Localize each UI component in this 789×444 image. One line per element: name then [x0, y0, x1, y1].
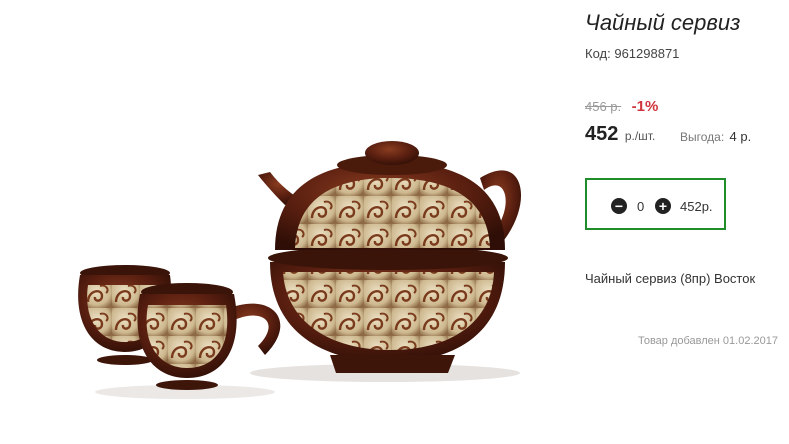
- added-date: Товар добавлен 01.02.2017: [637, 335, 778, 347]
- product-code-value: 961298871: [614, 46, 680, 61]
- cart-sum: 452р.: [680, 199, 713, 214]
- old-price-row: 456 р. -1%: [585, 98, 658, 116]
- product-details: Чайный сервиз Код: 961298871 456 р. -1% …: [585, 0, 789, 444]
- price-unit: р./шт.: [624, 129, 656, 143]
- product-code: Код: 961298871: [585, 46, 679, 61]
- minus-circle-icon[interactable]: −: [611, 198, 627, 214]
- saving: Выгода: 4 р.: [680, 129, 751, 144]
- current-price: 452: [585, 123, 619, 145]
- product-image[interactable]: [0, 0, 565, 444]
- quantity-value: 0: [637, 199, 645, 214]
- old-price: 456 р.: [585, 99, 622, 114]
- product-code-label: Код:: [585, 46, 611, 61]
- product-title: Чайный сервиз: [585, 10, 741, 35]
- price-row: 452 р./шт. Выгода: 4 р.: [585, 123, 751, 146]
- discount-badge: -1%: [631, 98, 659, 115]
- saving-value: 4 р.: [729, 129, 752, 144]
- cart-quantity-box: − 0 + 452р.: [585, 178, 726, 230]
- product-description: Чайный сервиз (8пр) Восток: [585, 271, 756, 286]
- teapot: [258, 141, 522, 373]
- plus-circle-icon[interactable]: +: [655, 198, 671, 214]
- saving-label: Выгода:: [680, 130, 725, 144]
